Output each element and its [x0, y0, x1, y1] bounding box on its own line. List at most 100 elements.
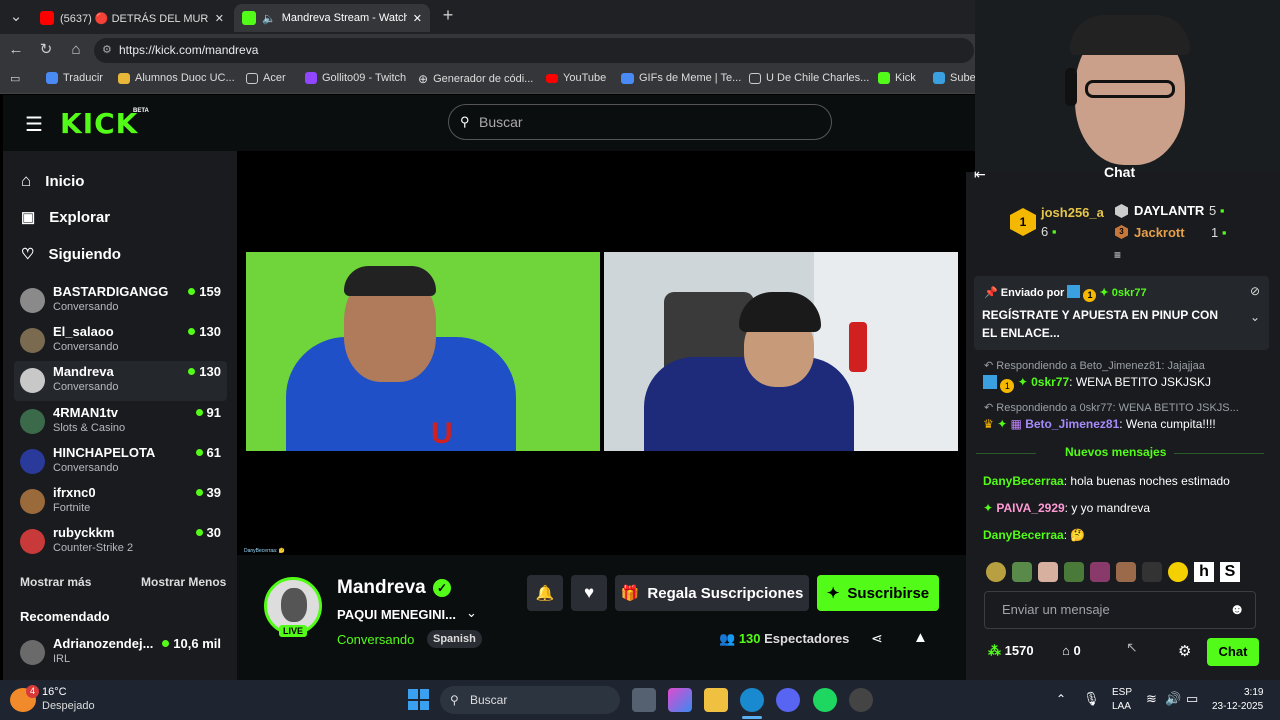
- hide-icon[interactable]: ⊘: [1250, 284, 1260, 298]
- browser-tab-youtube[interactable]: (5637) 🔴 DETRÁS DEL MURO 🔥 ✕: [32, 4, 232, 32]
- emote-icon[interactable]: S: [1220, 562, 1240, 582]
- close-icon[interactable]: ✕: [413, 12, 422, 25]
- gift-subs-button[interactable]: 🎁 Regala Suscripciones: [615, 575, 809, 611]
- url-field[interactable]: ⚙ https://kick.com/mandreva: [94, 38, 974, 63]
- site-info-icon[interactable]: ⚙: [102, 38, 112, 63]
- task-view-icon[interactable]: [632, 688, 656, 712]
- subscribe-button[interactable]: ✦ Suscribirse: [817, 575, 939, 611]
- leader-2-name[interactable]: DAYLANTR: [1134, 203, 1204, 218]
- bookmark-item[interactable]: Acer: [246, 72, 286, 84]
- leader-1-name[interactable]: josh256_a: [1041, 205, 1104, 220]
- settings-icon[interactable]: ⚙: [1178, 642, 1191, 660]
- store-button[interactable]: ⌂ 0: [1062, 643, 1081, 658]
- discord-icon[interactable]: [776, 688, 800, 712]
- edge-icon[interactable]: [740, 688, 764, 712]
- emote-icon[interactable]: [1142, 562, 1162, 582]
- new-tab-button[interactable]: +: [438, 5, 458, 25]
- sidebar-channel[interactable]: rubyckkm Counter-Strike 2 30: [14, 522, 227, 562]
- chat-username[interactable]: 0skr77: [1031, 375, 1069, 389]
- chevron-down-icon[interactable]: ⌄: [1250, 310, 1260, 324]
- sidebar-channel[interactable]: El_salaoo Conversando 130: [14, 321, 227, 361]
- video-player[interactable]: U DanyBecerraa: 🤔: [237, 151, 965, 555]
- emote-icon[interactable]: [1090, 562, 1110, 582]
- microphone-icon[interactable]: 🎙: [1083, 691, 1100, 707]
- sidebar-channel[interactable]: Mandreva Conversando 130: [14, 361, 227, 401]
- leader-3-name[interactable]: Jackrott: [1134, 225, 1185, 240]
- emote-icon[interactable]: h: [1194, 562, 1214, 582]
- bookmark-item[interactable]: Sube: [933, 72, 976, 84]
- share-icon[interactable]: ⋖: [871, 630, 883, 647]
- nav-explorar[interactable]: ▣ Explorar: [21, 208, 110, 227]
- show-more-button[interactable]: Mostrar más: [20, 575, 91, 589]
- back-icon[interactable]: ←: [6, 40, 26, 60]
- emote-icon[interactable]: [986, 562, 1006, 582]
- battery-icon[interactable]: ▭: [1186, 691, 1198, 707]
- bookmark-item[interactable]: GIFs de Meme | Te...: [621, 72, 741, 84]
- sidebar-channel[interactable]: HINCHAPELOTA Conversando 61: [14, 442, 227, 482]
- clock-time[interactable]: 3:19: [1244, 687, 1263, 698]
- globe-icon: ⊕: [418, 72, 429, 86]
- avatar: [20, 449, 45, 474]
- chat-username[interactable]: Beto_Jimenez81: [1025, 417, 1119, 431]
- close-icon[interactable]: ✕: [215, 12, 224, 25]
- bookmark-item[interactable]: U De Chile Charles...: [749, 72, 869, 84]
- bookmark-item[interactable]: YouTube: [546, 72, 606, 84]
- bookmark-item[interactable]: Gollito09 - Twitch: [305, 72, 406, 84]
- bookmark-item[interactable]: Traducir: [46, 72, 103, 84]
- bookmark-item[interactable]: ⊕ Generador de códi...: [418, 72, 533, 86]
- sidebar-channel[interactable]: BASTARDIGANGG Conversando 159: [14, 281, 227, 321]
- copilot-icon[interactable]: [668, 688, 692, 712]
- language-indicator[interactable]: ESP: [1112, 687, 1132, 698]
- emote-icon[interactable]: [1116, 562, 1136, 582]
- collapse-chat-icon[interactable]: ⇤: [974, 166, 986, 183]
- follow-button[interactable]: ♥: [571, 575, 607, 611]
- sidebar-channel[interactable]: 4RMAN1tv Slots & Casino 91: [14, 402, 227, 442]
- show-less-button[interactable]: Mostrar Menos: [141, 575, 226, 589]
- language-tag[interactable]: Spanish: [427, 630, 482, 648]
- chevron-up-icon[interactable]: ⌃: [1056, 692, 1066, 706]
- emote-icon[interactable]: [1012, 562, 1032, 582]
- expand-leaderboard-icon[interactable]: ≡: [1114, 248, 1121, 262]
- pinned-message[interactable]: 📌 Enviado por 1 ✦ 0skr77 ⊘ REGÍSTRATE Y …: [974, 276, 1269, 350]
- reload-icon[interactable]: ↻: [36, 40, 56, 60]
- browser-tab-kick[interactable]: 🔈 Mandreva Stream - Watch Live ✕: [234, 4, 430, 32]
- notifications-button[interactable]: 🔔: [527, 575, 563, 611]
- chat-username[interactable]: DanyBecerraa: [983, 528, 1064, 542]
- volume-icon[interactable]: 🔊: [1165, 691, 1181, 707]
- wifi-icon[interactable]: ≋: [1146, 691, 1157, 707]
- pinned-user: 0skr77: [1111, 287, 1147, 299]
- sidebar-channel[interactable]: Adrianozendej... IRL 10,6 mil: [14, 633, 227, 673]
- channel-points[interactable]: ⁂ 1570: [988, 643, 1034, 659]
- nav-inicio[interactable]: ⌂ Inicio: [21, 171, 84, 191]
- tab-search-icon[interactable]: ⌄: [6, 7, 26, 27]
- chat-username[interactable]: PAIVA_2929: [996, 501, 1064, 515]
- bookmark-item[interactable]: Kick: [878, 72, 916, 84]
- taskbar-search[interactable]: ⚲ Buscar: [440, 686, 620, 714]
- emote-icon[interactable]: [1168, 562, 1188, 582]
- home-icon[interactable]: ⌂: [66, 40, 86, 60]
- emote-icon[interactable]: [1064, 562, 1084, 582]
- obs-icon[interactable]: [849, 688, 873, 712]
- apps-icon[interactable]: ▭: [10, 72, 20, 85]
- streamer-name[interactable]: Mandreva: [337, 577, 426, 599]
- report-icon[interactable]: ▲: [913, 629, 928, 646]
- stream-category[interactable]: Conversando: [337, 632, 414, 647]
- search-input[interactable]: ⚲ Buscar: [448, 104, 832, 140]
- menu-icon[interactable]: ☰: [25, 112, 43, 137]
- chat-input[interactable]: Enviar un mensaje ☻: [984, 591, 1256, 629]
- nav-siguiendo[interactable]: ♡ Siguiendo: [21, 245, 121, 264]
- bookmark-item[interactable]: Alumnos Duoc UC...: [118, 72, 235, 84]
- sidebar-channel[interactable]: ifrxnc0 Fortnite 39: [14, 482, 227, 522]
- chevron-down-icon[interactable]: ⌄: [466, 605, 477, 621]
- emote-icon[interactable]: [1038, 562, 1058, 582]
- clock-date[interactable]: 23-12-2025: [1212, 701, 1263, 712]
- file-explorer-icon[interactable]: [704, 688, 728, 712]
- chat-username[interactable]: DanyBecerraa: [983, 474, 1064, 488]
- kick-logo[interactable]: KICK: [60, 107, 138, 140]
- send-chat-button[interactable]: Chat: [1207, 638, 1259, 666]
- spotify-icon[interactable]: [813, 688, 837, 712]
- avatar: [20, 640, 45, 665]
- windows-start-icon[interactable]: [408, 689, 429, 710]
- emoji-icon[interactable]: ☻: [1229, 592, 1245, 628]
- speaker-icon[interactable]: 🔈: [262, 12, 276, 25]
